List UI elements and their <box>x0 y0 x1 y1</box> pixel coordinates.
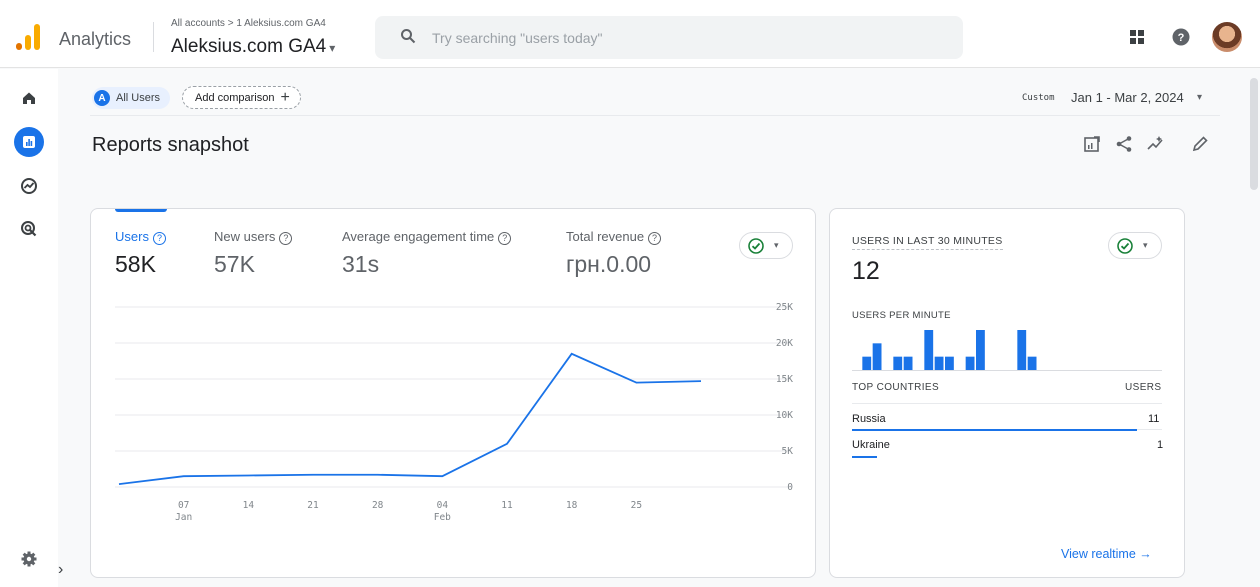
gear-icon <box>21 551 37 567</box>
divider <box>90 115 1220 116</box>
home-icon <box>23 92 35 104</box>
scrollbar[interactable] <box>1250 78 1258 190</box>
app-name: Analytics <box>59 29 132 49</box>
per-minute-bar <box>893 356 903 370</box>
search-bar[interactable] <box>375 16 963 59</box>
chevron-down-icon[interactable]: ▾ <box>1197 92 1202 103</box>
per-minute-bar <box>976 330 985 370</box>
account-breadcrumb[interactable]: All accounts > 1 Aleksius.com GA4 <box>171 18 326 29</box>
overview-card: Users? 58K New users? 57K Average engage… <box>90 208 816 578</box>
explore-icon <box>21 178 37 194</box>
settings-button[interactable] <box>14 544 44 574</box>
y-tick-label: 15K <box>776 374 793 385</box>
country-share-bar <box>852 456 877 458</box>
country-users: 11 <box>1148 413 1160 425</box>
top-bar: Analytics All accounts > 1 Aleksius.com … <box>0 0 1260 68</box>
x-tick-label: 07 <box>178 500 189 511</box>
x-tick-label: 21 <box>307 500 319 511</box>
search-input[interactable] <box>432 24 932 52</box>
x-tick-label: 14 <box>243 500 255 511</box>
per-minute-bar <box>903 356 913 370</box>
edit-icon[interactable] <box>1191 135 1209 153</box>
per-minute-bar <box>872 343 882 370</box>
realtime-card: USERS IN LAST 30 MINUTES 12 ▾ USERS PER … <box>829 208 1185 578</box>
per-minute-bar <box>1027 356 1037 370</box>
chevron-down-icon: ▾ <box>329 41 336 55</box>
insights-icon[interactable] <box>1147 135 1165 153</box>
nav-advertising[interactable] <box>14 214 44 244</box>
page-title: Reports snapshot <box>92 134 249 156</box>
arrow-right-icon: → <box>1139 547 1152 561</box>
country-name: Russia <box>852 413 886 425</box>
per-minute-bar <box>862 356 872 370</box>
users-line-chart: 0 5K 10K 15K 20K 25K 07Jan 14 21 28 04Feb 11 18 25 <box>115 302 794 523</box>
plus-icon: + <box>280 88 290 106</box>
x-tick-label: 18 <box>566 500 578 511</box>
date-range-type: Custom <box>1022 93 1055 103</box>
segment-badge: A <box>94 90 110 106</box>
customize-report-icon[interactable] <box>1083 135 1101 153</box>
segment-chip[interactable]: A All Users <box>92 87 171 109</box>
per-minute-bar <box>965 356 975 370</box>
analytics-logo-icon[interactable] <box>16 24 42 50</box>
x-tick-label: 04 <box>437 500 449 511</box>
nav-reports[interactable] <box>14 127 44 157</box>
reports-icon <box>23 136 35 148</box>
x-tick-label: 11 <box>501 500 513 511</box>
series-line-users <box>118 352 702 486</box>
y-tick-label: 5K <box>782 446 794 457</box>
users-header: USERS <box>1125 382 1162 393</box>
share-icon[interactable] <box>1115 135 1133 153</box>
apps-grid-icon[interactable] <box>1128 28 1146 46</box>
x-tick-label: 28 <box>372 500 384 511</box>
y-tick-label: 0 <box>787 482 793 493</box>
per-minute-bar <box>934 356 944 370</box>
segment-label: All Users <box>116 92 161 104</box>
per-minute-bar <box>924 330 934 370</box>
svg-text:?: ? <box>1178 32 1185 44</box>
property-selector[interactable]: Aleksius.com GA4 ▾ <box>171 36 335 58</box>
country-share-bar <box>852 429 1138 431</box>
help-icon[interactable]: ? <box>1172 28 1190 46</box>
view-realtime-label: View realtime <box>1061 547 1136 561</box>
x-tick-sublabel: Jan <box>175 512 192 523</box>
add-comparison-label: Add comparison <box>195 91 275 104</box>
x-tick-sublabel: Feb <box>434 512 451 523</box>
countries-header: TOP COUNTRIES <box>852 382 940 393</box>
y-tick-label: 10K <box>776 410 793 421</box>
per-minute-bar <box>945 356 954 370</box>
avatar[interactable] <box>1212 22 1242 52</box>
add-comparison-button[interactable]: Add comparison + <box>182 86 301 109</box>
per-minute-bar <box>1017 330 1027 370</box>
y-tick-label: 25K <box>776 302 793 313</box>
expand-nav-chevron-icon[interactable]: › <box>58 561 63 579</box>
divider <box>153 22 154 52</box>
country-users: 1 <box>1157 439 1164 451</box>
advertising-icon <box>21 221 37 237</box>
users-per-minute-chart <box>852 330 1162 371</box>
x-tick-label: 25 <box>631 500 642 511</box>
nav-explore[interactable] <box>14 171 44 201</box>
date-range-picker[interactable]: Jan 1 - Mar 2, 2024 <box>1071 90 1184 105</box>
search-icon <box>401 29 416 44</box>
property-name: Aleksius.com GA4 <box>171 36 327 57</box>
country-name: Ukraine <box>852 439 890 451</box>
divider <box>852 403 1162 404</box>
y-tick-label: 20K <box>776 338 793 349</box>
view-realtime-link[interactable]: View realtime → <box>1061 547 1152 561</box>
left-nav <box>0 69 58 587</box>
nav-home[interactable] <box>14 83 44 113</box>
